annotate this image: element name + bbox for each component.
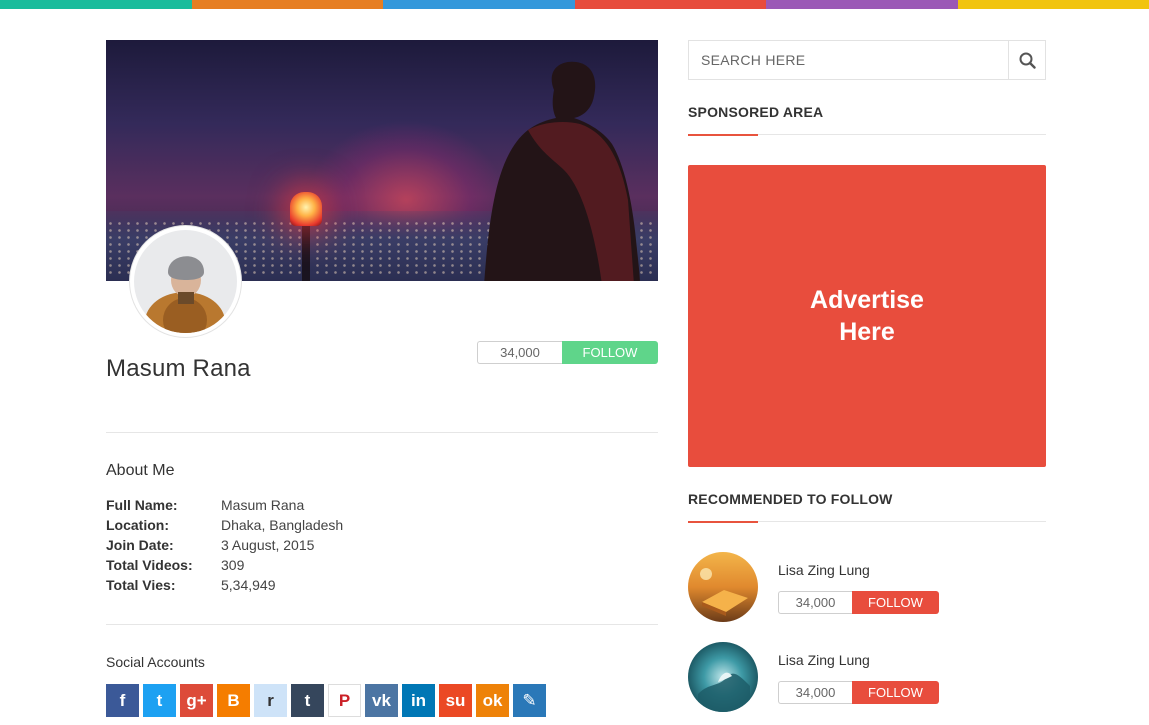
strip-segment [0, 0, 192, 9]
profile-info-list: Full Name: Masum Rana Location: Dhaka, B… [106, 495, 506, 595]
about-me-heading: About Me [106, 462, 175, 479]
heading-accent [688, 520, 758, 523]
recommended-heading: RECOMMENDED TO FOLLOW [688, 491, 893, 507]
social-icons-row: f t g+ Br t Pvk in su ok ✎ [106, 684, 546, 717]
tumblr-icon[interactable]: t [291, 684, 324, 717]
follower-count: 34,000 [778, 591, 852, 614]
follow-button[interactable]: FOLLOW [852, 681, 939, 704]
recommended-user-name[interactable]: Lisa Zing Lung [778, 652, 870, 668]
search-box [688, 40, 1046, 80]
strip-segment [383, 0, 575, 9]
profile-name: Masum Rana [106, 355, 251, 382]
info-value: 309 [221, 557, 245, 573]
top-color-strip [0, 0, 1149, 9]
info-label: Total Videos: [106, 557, 193, 573]
strip-segment [574, 0, 766, 9]
section-divider [106, 432, 658, 433]
blogger-icon[interactable]: B [217, 684, 250, 717]
twitter-icon[interactable]: t [143, 684, 176, 717]
info-row-location: Location: Dhaka, Bangladesh [106, 515, 506, 535]
vk-icon[interactable]: vk [365, 684, 398, 717]
info-value: 5,34,949 [221, 577, 276, 593]
advertise-banner[interactable]: Advertise Here [688, 165, 1046, 467]
avatar-photo [688, 552, 758, 622]
strip-segment [957, 0, 1149, 9]
social-accounts-heading: Social Accounts [106, 654, 205, 670]
heading-accent [688, 133, 758, 136]
follow-button[interactable]: FOLLOW [562, 341, 658, 364]
reddit-icon[interactable]: r [254, 684, 287, 717]
recommended-user-name[interactable]: Lisa Zing Lung [778, 562, 870, 578]
info-value: Masum Rana [221, 497, 305, 513]
search-input[interactable] [689, 41, 1008, 79]
follower-count: 34,000 [778, 681, 852, 704]
recommended-follow-group: 34,000 FOLLOW [778, 681, 939, 704]
info-label: Total Vies: [106, 577, 176, 593]
sponsored-heading-underline [688, 133, 1046, 136]
recommended-heading-underline [688, 520, 1046, 523]
info-row-total-videos: Total Videos: 309 [106, 555, 506, 575]
recommended-user: Lisa Zing Lung 34,000 FOLLOW [688, 642, 1046, 712]
profile-avatar[interactable] [130, 226, 241, 337]
section-divider [106, 624, 658, 625]
info-row-total-views: Total Vies: 5,34,949 [106, 575, 506, 595]
avatar-photo [134, 230, 237, 333]
profile-follow-group: 34,000 FOLLOW [477, 341, 658, 364]
strip-segment [191, 0, 383, 9]
livejournal-icon[interactable]: ✎ [513, 684, 546, 717]
info-label: Location: [106, 517, 169, 533]
recommended-follow-group: 34,000 FOLLOW [778, 591, 939, 614]
recommended-user-avatar[interactable] [688, 552, 758, 622]
sponsored-heading: SPONSORED AREA [688, 104, 824, 120]
linkedin-icon[interactable]: in [402, 684, 435, 717]
odnoklassniki-icon[interactable]: ok [476, 684, 509, 717]
stumbleupon-icon[interactable]: su [439, 684, 472, 717]
follow-button[interactable]: FOLLOW [852, 591, 939, 614]
cover-red-lamp [290, 192, 322, 226]
info-label: Full Name: [106, 497, 178, 513]
follower-count: 34,000 [477, 341, 562, 364]
facebook-icon[interactable]: f [106, 684, 139, 717]
recommended-user: Lisa Zing Lung 34,000 FOLLOW [688, 552, 1046, 622]
advertise-text: Advertise Here [810, 286, 924, 346]
search-icon [1019, 52, 1036, 69]
info-value: 3 August, 2015 [221, 537, 315, 553]
info-row-join-date: Join Date: 3 August, 2015 [106, 535, 506, 555]
info-label: Join Date: [106, 537, 174, 553]
search-button[interactable] [1008, 41, 1045, 79]
info-value: Dhaka, Bangladesh [221, 517, 344, 533]
info-row-full-name: Full Name: Masum Rana [106, 495, 506, 515]
recommended-user-avatar[interactable] [688, 642, 758, 712]
avatar-photo [688, 642, 758, 712]
cover-person-silhouette [484, 61, 640, 281]
pinterest-icon[interactable]: P [328, 684, 361, 717]
strip-segment [766, 0, 958, 9]
google-plus-icon[interactable]: g+ [180, 684, 213, 717]
